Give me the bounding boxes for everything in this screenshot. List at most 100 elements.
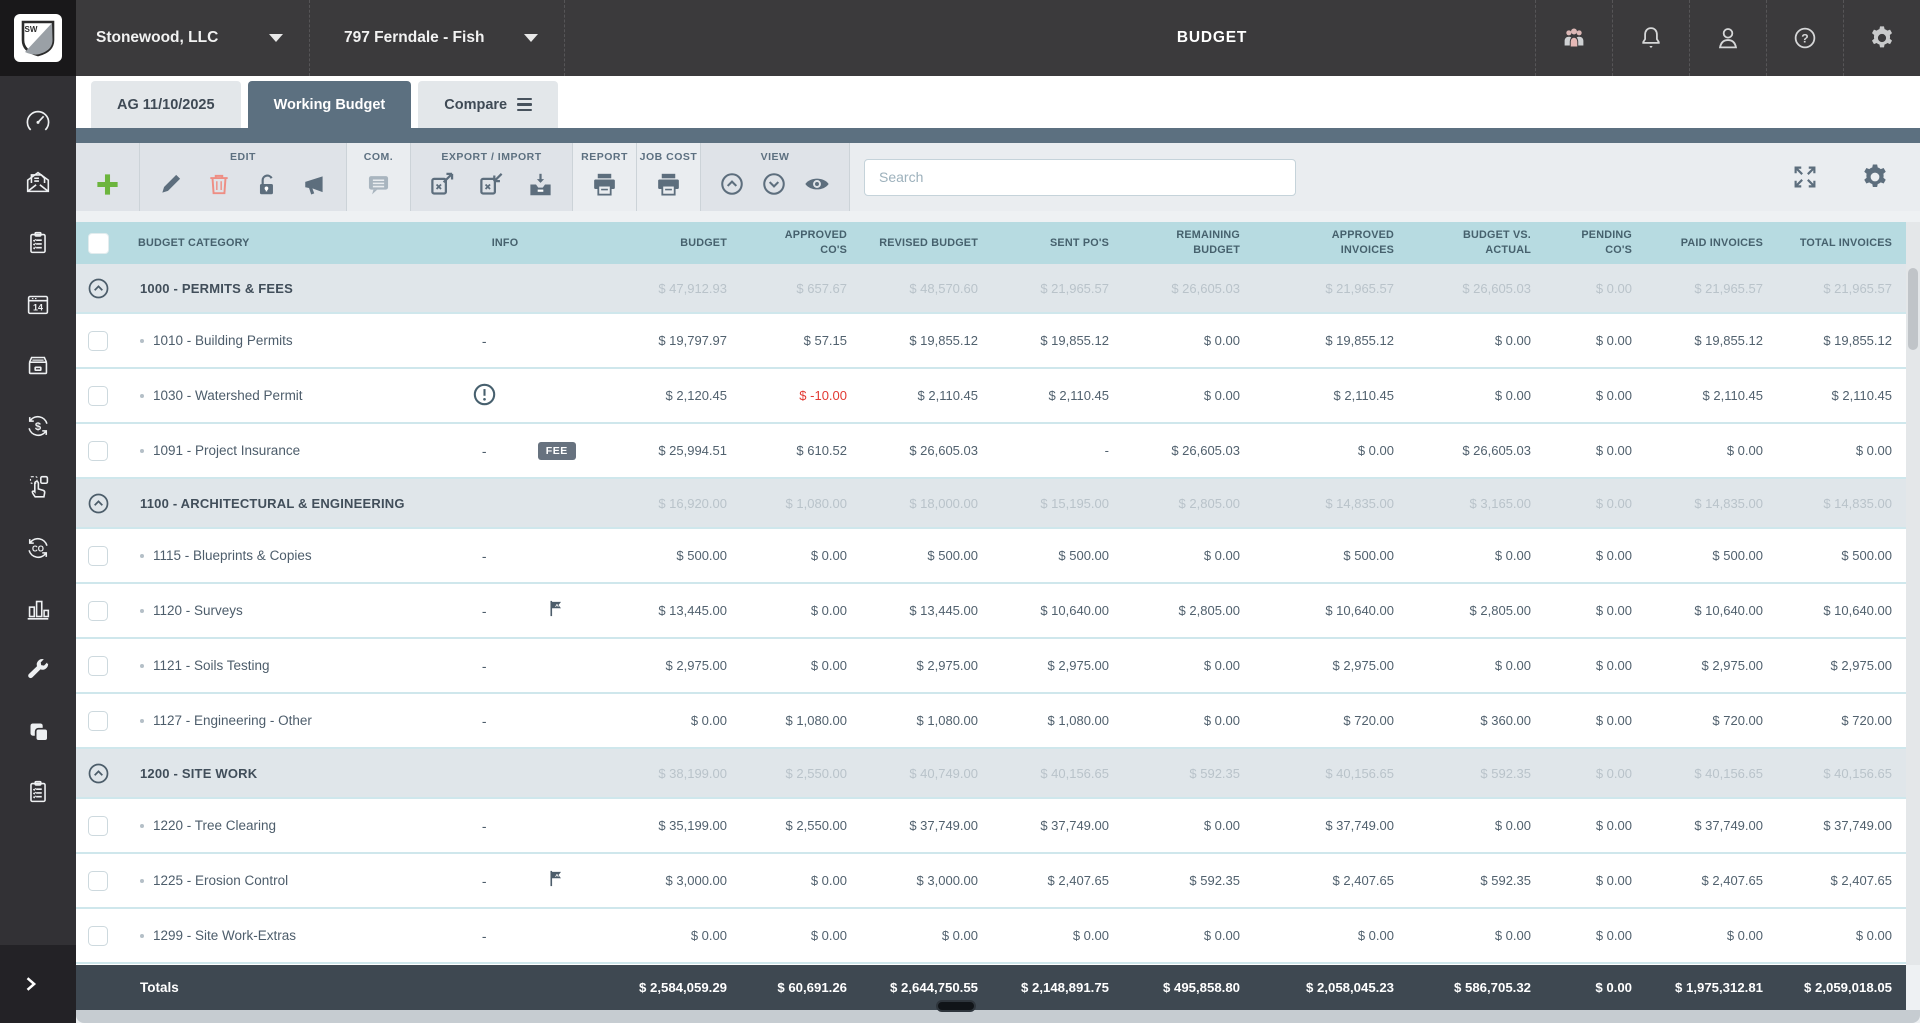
comments-button[interactable] (365, 171, 392, 198)
report-print-button[interactable] (591, 171, 618, 198)
comment-icon (365, 171, 392, 198)
sidebar-item-financials[interactable]: $ (0, 395, 76, 456)
sidebar-item-templates[interactable] (0, 700, 76, 761)
budget-category-label[interactable]: 1121 - Soils Testing (153, 658, 270, 673)
sidebar-item-dashboard[interactable] (0, 90, 76, 151)
sidebar-item-files[interactable] (0, 334, 76, 395)
budget-category-label[interactable]: 1030 - Watershed Permit (153, 388, 303, 403)
table-settings-button[interactable] (1860, 162, 1890, 192)
sidebar-item-specs[interactable] (0, 212, 76, 273)
budget-category-label[interactable]: 1127 - Engineering - Other (153, 713, 312, 728)
column-header[interactable]: REVISED BUDGET (861, 222, 992, 264)
sidebar-item-change-orders[interactable]: CO (0, 517, 76, 578)
announce-button[interactable] (302, 171, 328, 197)
row-checkbox[interactable] (88, 711, 108, 731)
column-header[interactable]: APPROVEDCO'S (741, 222, 861, 264)
budget-group-label[interactable]: 1200 - SITE WORK (140, 766, 257, 781)
notifications-button[interactable] (1612, 0, 1689, 76)
alert-button[interactable] (472, 382, 497, 410)
budget-value: $ 37,749.00 (992, 799, 1123, 852)
row-checkbox[interactable] (88, 816, 108, 836)
account-button[interactable] (1689, 0, 1766, 76)
budget-category-label[interactable]: 1220 - Tree Clearing (153, 818, 276, 833)
budget-item-row: 1030 - Watershed Permit$ 2,120.45$ -10.0… (76, 369, 1906, 424)
sidebar-item-reports[interactable] (0, 578, 76, 639)
collapse-group-button[interactable] (87, 762, 110, 785)
lock-button[interactable] (254, 171, 280, 197)
search-input[interactable] (864, 159, 1296, 196)
sidebar-item-warranty[interactable] (0, 639, 76, 700)
totals-value: $ 2,148,891.75 (992, 965, 1123, 1010)
toolbar-table-gap (76, 211, 1920, 222)
fullscreen-button[interactable] (1790, 162, 1820, 192)
row-checkbox[interactable] (88, 926, 108, 946)
sidebar-expand-button[interactable] (0, 945, 76, 1023)
budget-category-label[interactable]: 1120 - Surveys (153, 603, 243, 618)
budget-value: $ 47,912.93 (590, 264, 741, 312)
sidebar-item-messages[interactable] (0, 151, 76, 212)
column-header[interactable]: TOTAL INVOICES (1777, 222, 1906, 264)
tab-working-budget[interactable]: Working Budget (248, 81, 412, 128)
budget-group-label[interactable]: 1000 - PERMITS & FEES (140, 281, 293, 296)
row-checkbox[interactable] (88, 386, 108, 406)
budget-category-label[interactable]: 1010 - Building Permits (153, 333, 293, 348)
column-header[interactable]: BUDGET CATEGORY (120, 222, 420, 264)
totals-label: Totals (140, 980, 179, 995)
column-header-label: BUDGET VS. (1463, 228, 1531, 243)
table-header: BUDGET CATEGORYINFOBUDGETAPPROVEDCO'SREV… (76, 222, 1906, 264)
row-checkbox[interactable] (88, 601, 108, 621)
budget-group-label[interactable]: 1100 - ARCHITECTURAL & ENGINEERING (140, 496, 405, 511)
sidebar-item-schedule[interactable]: 14 (0, 273, 76, 334)
row-checkbox[interactable] (88, 546, 108, 566)
budget-category-label[interactable]: 1091 - Project Insurance (153, 443, 300, 458)
app-logo[interactable]: SW (0, 0, 76, 76)
info-dash: - (445, 333, 524, 349)
column-header[interactable]: REMAININGBUDGET (1123, 222, 1254, 264)
budget-category-label[interactable]: 1299 - Site Work-Extras (153, 928, 296, 943)
budget-category-label[interactable]: 1225 - Erosion Control (153, 873, 288, 888)
team-button[interactable] (1535, 0, 1612, 76)
column-header[interactable]: PAID INVOICES (1646, 222, 1777, 264)
collapse-group-button[interactable] (87, 492, 110, 515)
budget-value: $ 720.00 (1777, 694, 1906, 747)
vertical-scrollbar[interactable] (1906, 222, 1920, 965)
settings-button[interactable] (1843, 0, 1920, 76)
tab-compare[interactable]: Compare (418, 81, 558, 128)
flag-button[interactable]: A (547, 599, 566, 623)
collapse-group-button[interactable] (87, 277, 110, 300)
collapse-all-button[interactable] (719, 171, 745, 197)
row-checkbox[interactable] (88, 331, 108, 351)
delete-button[interactable] (206, 171, 232, 197)
sidebar-item-todos[interactable] (0, 761, 76, 822)
scrollbar-thumb[interactable] (1908, 268, 1918, 350)
select-all-checkbox[interactable] (88, 233, 109, 254)
row-checkbox[interactable] (88, 441, 108, 461)
add-line-button[interactable] (94, 171, 121, 198)
save-archive-button[interactable] (527, 171, 554, 198)
column-header[interactable]: SENT PO'S (992, 222, 1123, 264)
row-checkbox[interactable] (88, 871, 108, 891)
tab-snapshot[interactable]: AG 11/10/2025 (91, 81, 241, 128)
expand-all-button[interactable] (761, 171, 787, 197)
import-button[interactable] (478, 171, 505, 198)
company-selector[interactable]: Stonewood, LLC (76, 0, 310, 76)
help-button[interactable]: ? (1766, 0, 1843, 76)
budget-value: $ 26,605.03 (1123, 424, 1254, 477)
column-header[interactable]: PENDINGCO'S (1545, 222, 1646, 264)
column-header[interactable]: BUDGET (590, 222, 741, 264)
export-button[interactable] (429, 171, 456, 198)
sidebar-item-selections[interactable] (0, 456, 76, 517)
row-checkbox[interactable] (88, 656, 108, 676)
budget-value: $ 10,640.00 (1254, 584, 1408, 637)
budget-value: $ 26,605.03 (1408, 424, 1545, 477)
visibility-button[interactable] (803, 170, 831, 198)
column-header[interactable]: APPROVEDINVOICES (1254, 222, 1408, 264)
budget-category-label[interactable]: 1115 - Blueprints & Copies (153, 548, 312, 563)
column-header[interactable]: INFO (420, 222, 590, 264)
edit-button[interactable] (158, 171, 184, 197)
column-header[interactable]: BUDGET VS.ACTUAL (1408, 222, 1545, 264)
horizontal-scrollbar-handle[interactable] (936, 1000, 976, 1012)
job-cost-print-button[interactable] (655, 171, 682, 198)
project-selector[interactable]: 797 Ferndale - Fish (310, 0, 565, 76)
flag-button[interactable]: A (547, 869, 566, 893)
